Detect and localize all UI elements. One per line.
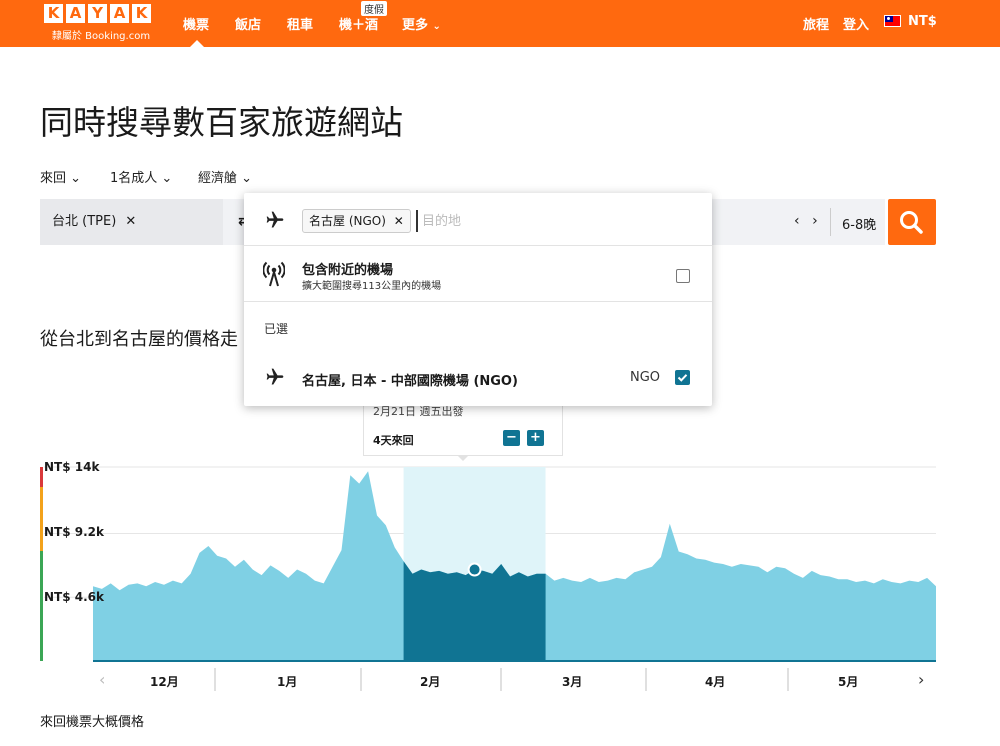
- remove-chip-icon[interactable]: ✕: [394, 214, 404, 228]
- destination-input[interactable]: [416, 210, 686, 232]
- y-tick-label: NT$ 4.6k: [44, 590, 104, 604]
- radio-tower-icon: [263, 261, 285, 287]
- month-divider: [787, 668, 789, 691]
- checkmark-icon: [677, 374, 688, 382]
- nearby-title: 包含附近的機場: [302, 263, 394, 278]
- trips-link[interactable]: 旅程: [803, 14, 829, 33]
- travelers-selector[interactable]: 1名成人 ⌄: [110, 167, 172, 186]
- nearby-checkbox[interactable]: [676, 269, 690, 283]
- nav-hotels[interactable]: 飯店: [235, 14, 261, 33]
- decrease-days-button[interactable]: −: [503, 430, 520, 446]
- cabin-label: 經濟艙: [198, 171, 238, 186]
- nav-active-indicator: [190, 40, 204, 47]
- taiwan-flag-icon[interactable]: [884, 15, 901, 27]
- month-label: 4月: [705, 675, 726, 689]
- month-label: 2月: [420, 675, 441, 689]
- selected-section-label: 已選: [264, 322, 289, 336]
- destination-dropdown: 名古屋 (NGO) ✕ 包含附近的機場 擴大範圍搜尋113公里內的機場 已選 名…: [244, 193, 712, 406]
- y-scale-green: [40, 551, 43, 661]
- price-trend-title: 從台北到名古屋的價格走: [40, 329, 238, 350]
- y-tick-label: NT$ 9.2k: [44, 525, 104, 539]
- airplane-icon: [266, 368, 284, 385]
- divider: [830, 208, 831, 236]
- logo-letter: K: [132, 4, 151, 23]
- selected-date-point[interactable]: [467, 562, 482, 577]
- y-scale-red: [40, 467, 43, 487]
- chevron-right-icon[interactable]: ›: [812, 213, 818, 229]
- nav-flights[interactable]: 機票: [183, 14, 209, 33]
- nav-cars[interactable]: 租車: [287, 14, 313, 33]
- chevron-down-icon: ⌄: [241, 171, 253, 186]
- kayak-logo[interactable]: K A Y A K: [44, 4, 154, 23]
- month-label: 5月: [838, 675, 859, 689]
- airplane-icon: [266, 211, 284, 228]
- cabin-selector[interactable]: 經濟艙 ⌄: [198, 167, 252, 186]
- date-nav: ‹ ›: [790, 213, 822, 229]
- month-label: 3月: [562, 675, 583, 689]
- top-nav-bar: K A Y A K 隸屬於 Booking.com 機票 飯店 租車 度假 機＋…: [0, 0, 1000, 47]
- nav-more-label: 更多: [402, 18, 429, 33]
- month-divider: [214, 668, 216, 691]
- tooltip-trip-length: 4天來回: [373, 434, 414, 447]
- selected-airport-code: NGO: [630, 370, 661, 385]
- chart-prev-arrow-icon[interactable]: ‹: [99, 670, 105, 689]
- increase-days-button[interactable]: +: [527, 430, 544, 446]
- chip-label: 名古屋 (NGO): [309, 214, 386, 228]
- search-button[interactable]: [888, 199, 936, 245]
- logo-subtitle: 隸屬於 Booking.com: [52, 31, 151, 42]
- chart-next-arrow-icon[interactable]: ›: [918, 670, 924, 689]
- page-title: 同時搜尋數百家旅遊網站: [40, 103, 403, 142]
- trip-type-selector[interactable]: 來回 ⌄: [40, 167, 81, 186]
- y-scale-yellow: [40, 487, 43, 551]
- nav-packages[interactable]: 機＋酒: [339, 14, 378, 33]
- chevron-left-icon[interactable]: ‹: [794, 213, 800, 229]
- login-link[interactable]: 登入: [843, 14, 869, 33]
- price-chart[interactable]: [0, 455, 1000, 670]
- selected-destination-chip[interactable]: 名古屋 (NGO) ✕: [302, 209, 411, 233]
- month-divider: [500, 668, 502, 691]
- selected-airport-name[interactable]: 名古屋, 日本 - 中部國際機場 (NGO): [302, 370, 518, 389]
- month-label: 12月: [150, 675, 179, 689]
- search-icon: [900, 211, 923, 234]
- nav-more[interactable]: 更多 ⌄: [402, 14, 441, 33]
- logo-letter: A: [110, 4, 129, 23]
- origin-field[interactable]: 台北 (TPE) ✕: [40, 199, 223, 245]
- nights-selector[interactable]: 6-8晚: [842, 214, 876, 233]
- month-divider: [360, 668, 362, 691]
- month-divider: [645, 668, 647, 691]
- nearby-airports-option[interactable]: 包含附近的機場 擴大範圍搜尋113公里內的機場: [244, 246, 712, 302]
- origin-value: 台北 (TPE): [52, 214, 117, 229]
- nearby-subtitle: 擴大範圍搜尋113公里內的機場: [302, 281, 442, 292]
- clear-origin-icon[interactable]: ✕: [125, 214, 136, 229]
- logo-letter: Y: [88, 4, 107, 23]
- trip-type-label: 來回: [40, 171, 67, 186]
- month-label: 1月: [277, 675, 298, 689]
- currency-selector[interactable]: NT$: [908, 14, 937, 29]
- chevron-down-icon: ⌄: [432, 21, 441, 32]
- chart-footnote: 來回機票大概價格: [40, 715, 145, 730]
- logo-letter: A: [66, 4, 85, 23]
- chevron-down-icon: ⌄: [70, 171, 82, 186]
- selected-airport-checkbox[interactable]: [675, 370, 690, 385]
- chevron-down-icon: ⌄: [161, 171, 173, 186]
- travelers-label: 1名成人: [110, 171, 158, 186]
- y-tick-label: NT$ 14k: [44, 460, 100, 474]
- destination-input-row: 名古屋 (NGO) ✕: [244, 193, 712, 246]
- logo-letter: K: [44, 4, 63, 23]
